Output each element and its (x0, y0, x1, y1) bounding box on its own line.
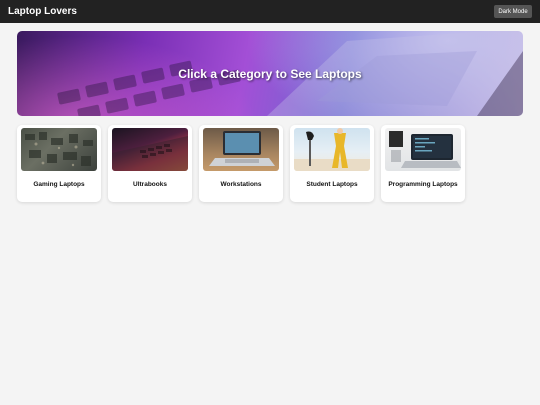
gaming-laptops-image (21, 128, 97, 171)
category-card-student[interactable]: Student Laptops (290, 125, 374, 202)
category-label: Student Laptops (306, 181, 358, 188)
top-navbar: Laptop Lovers Dark Mode (0, 0, 540, 23)
category-grid: Gaming Laptops Ultrabooks Workstations S… (17, 125, 465, 202)
hero-title: Click a Category to See Laptops (178, 66, 362, 81)
ultrabooks-image (112, 128, 188, 171)
student-laptops-image (294, 128, 370, 171)
hero-banner: Click a Category to See Laptops (17, 31, 523, 116)
workstations-image (203, 128, 279, 171)
category-label: Programming Laptops (388, 181, 458, 188)
category-card-workstations[interactable]: Workstations (199, 125, 283, 202)
category-card-ultrabooks[interactable]: Ultrabooks (108, 125, 192, 202)
category-label: Ultrabooks (133, 181, 167, 188)
programming-laptops-image (385, 128, 461, 171)
dark-mode-button[interactable]: Dark Mode (494, 5, 532, 18)
site-brand[interactable]: Laptop Lovers (8, 6, 77, 17)
category-card-programming[interactable]: Programming Laptops (381, 125, 465, 202)
category-label: Gaming Laptops (33, 181, 85, 188)
category-label: Workstations (220, 181, 262, 188)
category-card-gaming[interactable]: Gaming Laptops (17, 125, 101, 202)
